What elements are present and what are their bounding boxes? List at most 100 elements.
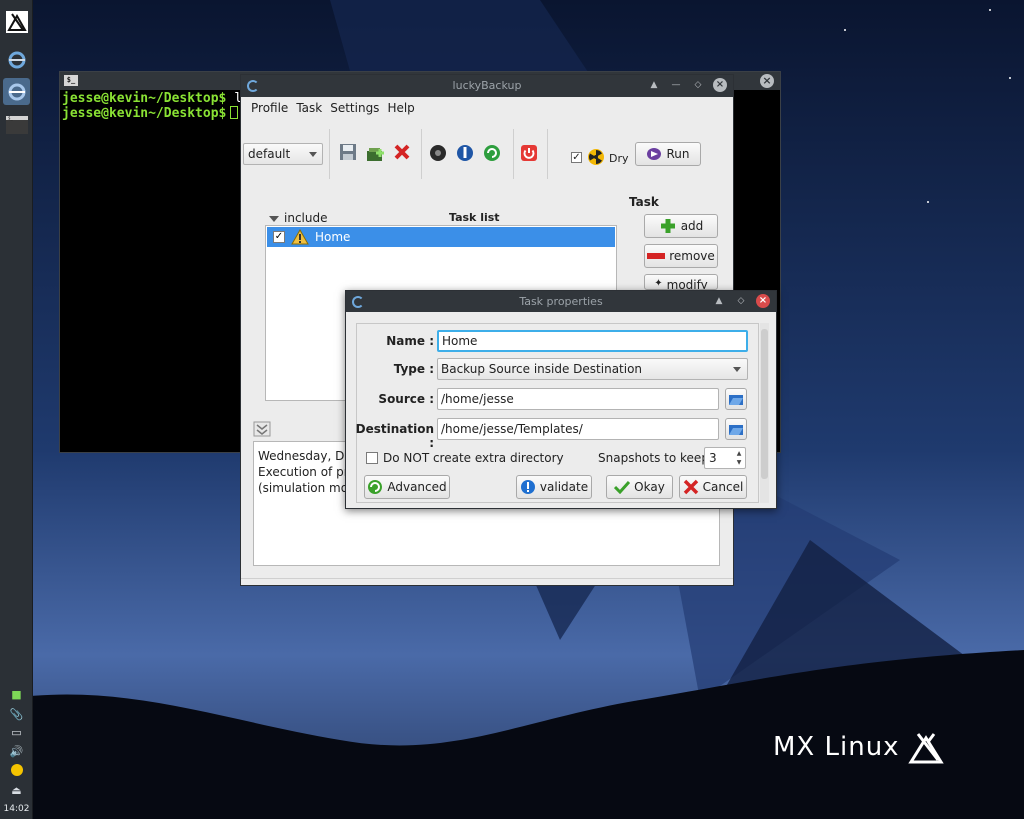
clipboard-icon[interactable]: 📎	[0, 706, 33, 722]
validate-label: validate	[539, 480, 589, 494]
run-icon	[647, 148, 662, 160]
collapse-log-icon[interactable]	[253, 421, 271, 437]
include-header[interactable]: include	[269, 211, 327, 225]
plus-icon	[660, 219, 675, 233]
prompt: jesse@kevin~/Desktop$	[62, 91, 227, 106]
menu-profile[interactable]: Profile	[247, 101, 292, 115]
list-item[interactable]: ✓ Home	[267, 227, 615, 247]
status-divider	[241, 578, 733, 579]
terminal-close-button[interactable]: ×	[760, 74, 774, 88]
close-button[interactable]: ×	[713, 78, 727, 92]
spin-arrows-icon[interactable]: ▲ ▼	[734, 449, 744, 467]
add-task-button[interactable]: add	[644, 214, 718, 238]
shutdown-icon[interactable]	[520, 144, 538, 162]
toolbar-separator	[513, 129, 514, 179]
task-section-label: Task	[629, 195, 659, 209]
type-select[interactable]: Backup Source inside Destination	[437, 358, 748, 380]
clock[interactable]: 14:02	[0, 804, 33, 814]
run-button[interactable]: Run	[635, 142, 701, 166]
no-extra-dir-checkbox[interactable]	[366, 452, 378, 464]
snapshots-spinbox[interactable]: 3 ▲ ▼	[704, 447, 746, 469]
dialog-scrollbar[interactable]	[760, 323, 769, 503]
menubar: Profile Task Settings Help	[241, 97, 733, 119]
dialog-titlebar[interactable]: Task properties ▲ ◇ ×	[346, 291, 776, 312]
chevron-down-icon	[309, 152, 317, 157]
luckybackup-task-icon-active[interactable]	[3, 78, 30, 105]
toolbar-separator	[547, 129, 548, 179]
advanced-button[interactable]: Advanced	[364, 475, 450, 499]
new-profile-icon[interactable]	[366, 145, 384, 163]
scrollbar-thumb[interactable]	[761, 329, 768, 479]
schedule-icon[interactable]	[429, 144, 447, 162]
toolbar-separator	[329, 129, 330, 179]
snapshots-label: Snapshots to keep:	[598, 451, 713, 465]
maximize-button[interactable]: ◇	[691, 78, 705, 92]
remove-task-button[interactable]: remove	[644, 244, 718, 268]
keep-above-button[interactable]: ▲	[712, 294, 726, 308]
close-icon	[683, 479, 698, 495]
toolbar-separator	[421, 129, 422, 179]
profile-select[interactable]: default	[243, 143, 323, 165]
window-title: luckyBackup	[452, 79, 522, 92]
radiation-icon	[587, 148, 605, 166]
run-label: Run	[666, 147, 690, 161]
keep-above-button[interactable]: ▲	[647, 78, 661, 92]
dialog-title: Task properties	[519, 295, 603, 308]
svg-text:$_: $_	[8, 116, 13, 121]
dry-run-checkbox[interactable]: ✓	[571, 152, 582, 163]
mx-linux-logo: MX Linux	[773, 730, 944, 764]
eject-icon[interactable]: ⏏	[0, 782, 33, 798]
display-icon[interactable]: ▭	[0, 724, 33, 740]
task-name: Home	[315, 230, 351, 244]
terminal-task-icon[interactable]: $_	[3, 111, 30, 138]
luckybackup-app-icon	[247, 80, 259, 92]
browse-source-button[interactable]	[725, 388, 747, 410]
close-button[interactable]: ×	[756, 294, 770, 308]
modify-task-button[interactable]: ✦ modify	[644, 274, 718, 290]
minus-icon	[647, 253, 666, 259]
profile-select-value: default	[248, 147, 291, 161]
chevron-down-icon	[733, 367, 741, 372]
wrench-icon: ✦	[654, 278, 663, 289]
mx-menu-icon[interactable]	[3, 8, 30, 35]
cancel-label: Cancel	[702, 480, 744, 494]
source-field[interactable]: /home/jesse	[437, 388, 719, 410]
menu-settings[interactable]: Settings	[326, 101, 383, 115]
menu-task[interactable]: Task	[292, 101, 326, 115]
validate-button[interactable]: validate	[516, 475, 592, 499]
tasklist-header: Task list	[449, 211, 500, 224]
task-properties-dialog[interactable]: Task properties ▲ ◇ × Name : Home Type :…	[345, 290, 777, 509]
network-icon[interactable]: ■	[0, 686, 33, 702]
advanced-icon	[368, 480, 383, 494]
mx-x-icon	[907, 733, 944, 764]
name-field[interactable]: Home	[437, 330, 748, 352]
minimize-button[interactable]: —	[669, 78, 683, 92]
destination-field[interactable]: /home/jesse/Templates/	[437, 418, 719, 440]
luckybackup-task-icon[interactable]	[3, 46, 30, 73]
updater-icon[interactable]	[0, 762, 33, 778]
info-icon[interactable]	[456, 144, 474, 162]
save-profile-icon[interactable]	[339, 143, 357, 161]
terminal-cursor	[230, 106, 239, 119]
destination-label: Destination :	[355, 422, 434, 450]
brand-text: MX Linux	[773, 732, 900, 762]
luckybackup-titlebar[interactable]: luckyBackup ▲ — ◇ ×	[241, 75, 733, 97]
browse-destination-button[interactable]	[725, 418, 747, 440]
name-label: Name :	[386, 334, 434, 348]
volume-icon[interactable]: 🔊	[0, 743, 33, 759]
include-label: include	[284, 211, 328, 225]
type-label: Type :	[393, 362, 434, 376]
delete-profile-icon[interactable]	[393, 143, 411, 161]
folder-icon	[729, 425, 743, 435]
terminal-icon: $_	[64, 75, 78, 86]
okay-button[interactable]: Okay	[606, 475, 673, 499]
menu-help[interactable]: Help	[383, 101, 418, 115]
maximize-button[interactable]: ◇	[734, 294, 748, 308]
add-label: add	[680, 219, 704, 233]
cancel-button[interactable]: Cancel	[679, 475, 747, 499]
warning-icon	[291, 229, 309, 245]
refresh-icon[interactable]	[483, 144, 501, 162]
source-label: Source :	[378, 392, 434, 406]
left-panel: $_ ■ 📎 ▭ 🔊 ⏏ 14:02	[0, 0, 33, 819]
task-checkbox[interactable]: ✓	[273, 231, 285, 243]
